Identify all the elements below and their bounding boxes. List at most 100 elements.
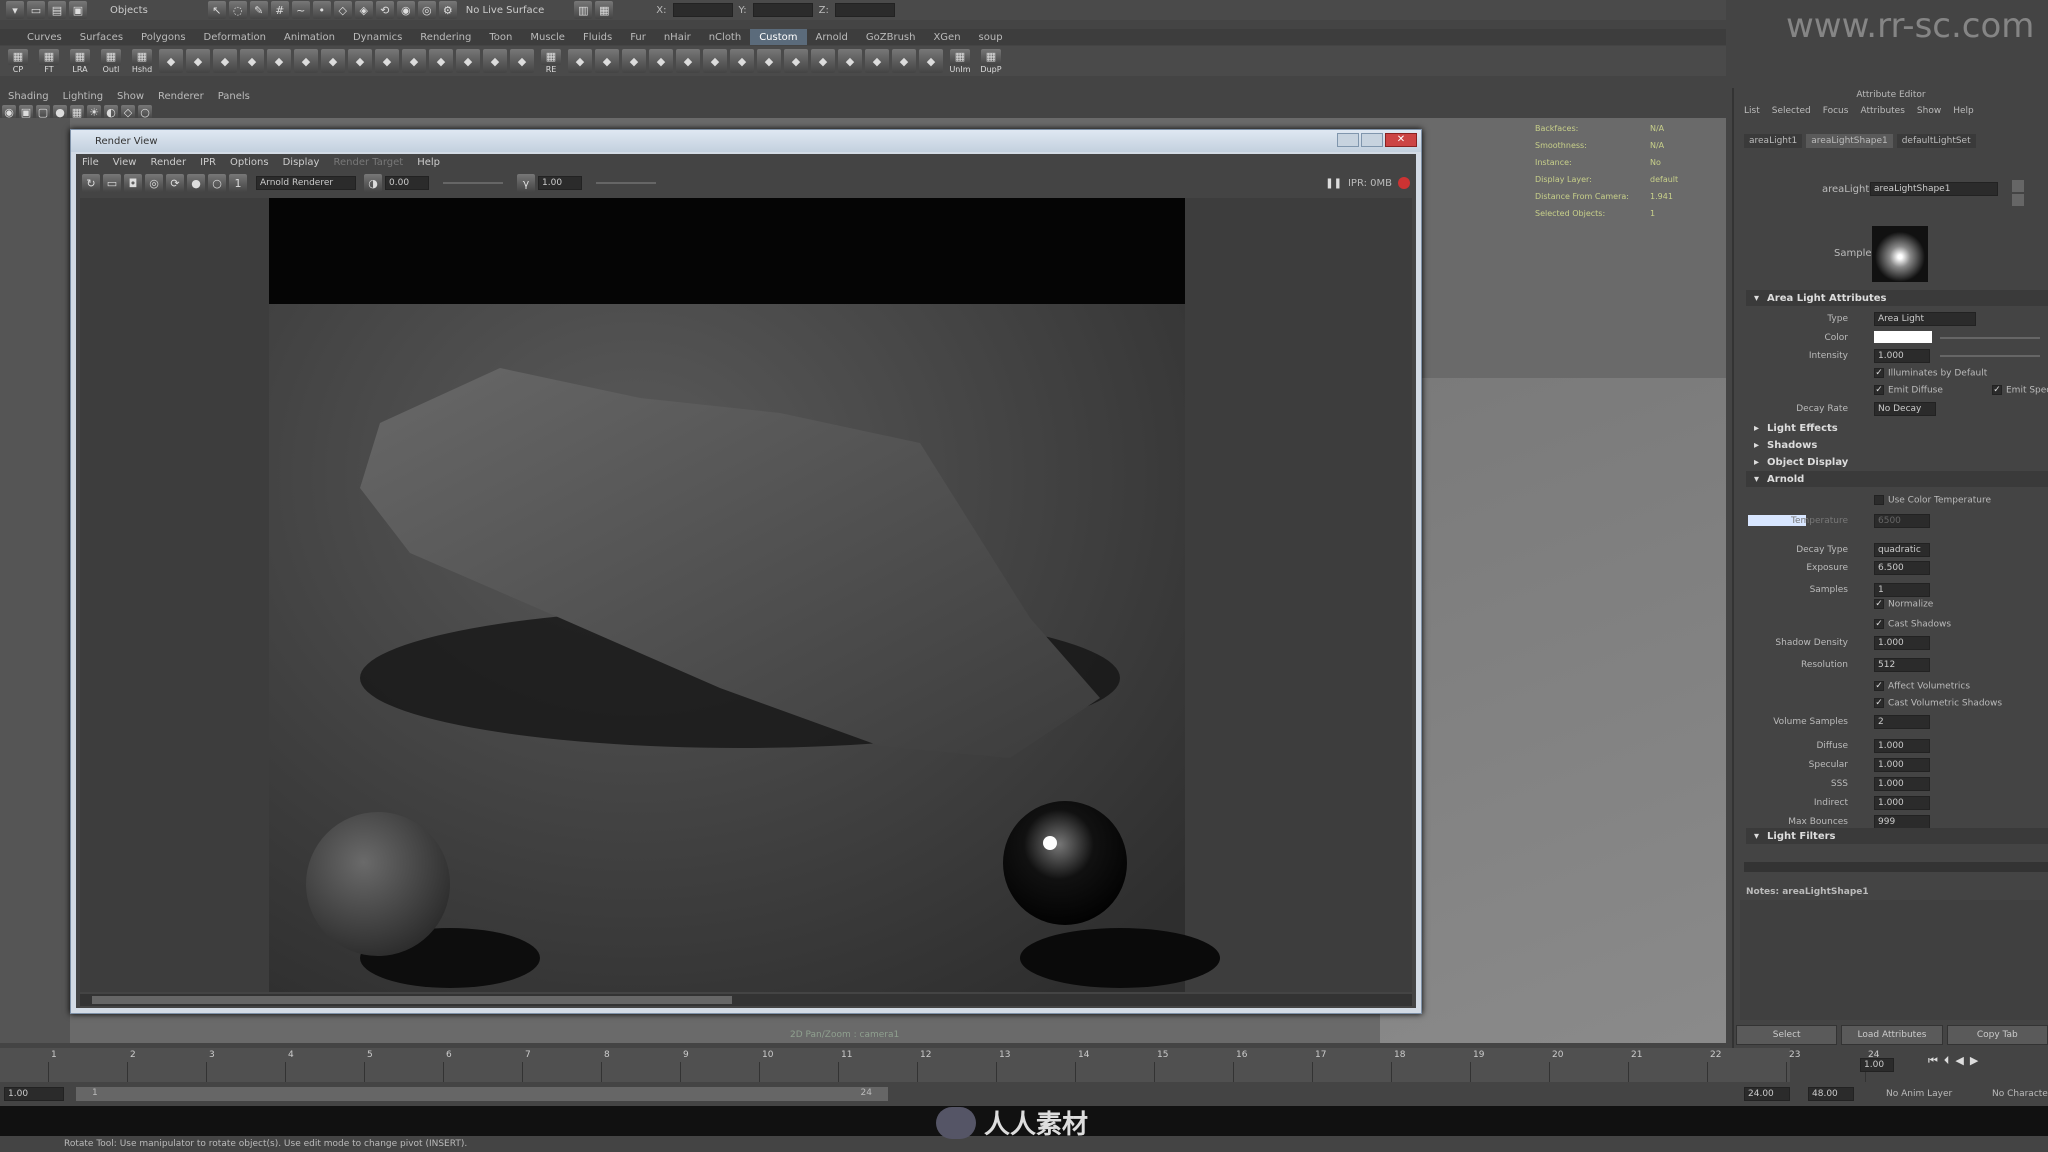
menu-set-icon[interactable]: ▾	[6, 1, 24, 19]
shelf-button-outl[interactable]: ▦ Outl	[97, 48, 125, 74]
shelf-button-lra[interactable]: ▦ LRA	[66, 48, 94, 74]
volume-samples-field[interactable]: 2	[1874, 715, 1930, 729]
shelf-tab-surfaces[interactable]: Surfaces	[71, 29, 132, 45]
render-hscrollbar[interactable]	[80, 994, 1412, 1006]
emit-specular-checkbox[interactable]: ✓ Emit Spec	[1992, 385, 2048, 396]
panel-toggle-icon[interactable]: ▥	[574, 1, 593, 19]
shadows-header[interactable]: ▸ Shadows	[1746, 437, 2048, 453]
gear-icon[interactable]: ◆	[375, 49, 399, 73]
new-scene-icon[interactable]: ▭	[27, 1, 45, 19]
render-menu-help[interactable]: Help	[417, 157, 440, 168]
sphere-icon[interactable]: ◆	[186, 49, 210, 73]
render-menu-render[interactable]: Render	[150, 157, 186, 168]
ae-menu-attributes[interactable]: Attributes	[1860, 106, 1904, 116]
render-view-window[interactable]: Render View ✕ File View Render IPR Options Di…	[70, 129, 1422, 1014]
step-back-icon[interactable]: ⏴	[1944, 1054, 1950, 1068]
node-name-field[interactable]: areaLightShape1	[1870, 182, 1998, 196]
color-swatch[interactable]	[1874, 331, 1932, 343]
paint-select-icon[interactable]: ✎	[249, 1, 268, 19]
play-forward-icon[interactable]: ▶	[1970, 1054, 1978, 1068]
shelf-tab-fur[interactable]: Fur	[621, 29, 655, 45]
torus-icon[interactable]: ◆	[267, 49, 291, 73]
object-display-header[interactable]: ▸ Object Display	[1746, 454, 2048, 470]
normalize-checkbox[interactable]: ✓ Normalize	[1874, 599, 1933, 610]
ae-tab-defaultlightset[interactable]: defaultLightSet	[1896, 134, 1976, 148]
exposure-field[interactable]: 0.00	[385, 176, 429, 190]
contrib-diffuse-field[interactable]: 1.000	[1874, 739, 1930, 753]
save-scene-icon[interactable]: ▣	[69, 1, 87, 19]
ae-hscrollbar[interactable]	[1744, 862, 2048, 872]
emit-diffuse-checkbox[interactable]: ✓ Emit Diffuse	[1874, 385, 1943, 396]
ipr-icon[interactable]: ◎	[145, 174, 163, 192]
gamma-slider[interactable]	[596, 182, 656, 184]
panel-menu-lighting[interactable]: Lighting	[63, 91, 103, 102]
polygon-cube-icon[interactable]: ◆	[159, 49, 183, 73]
render-menu-view[interactable]: View	[113, 157, 137, 168]
arnold-header[interactable]: ▾ Arnold	[1746, 471, 2048, 487]
notes-area[interactable]	[1740, 900, 2048, 1020]
xray-icon[interactable]: ○	[138, 105, 152, 119]
isolate-icon[interactable]: ◇	[121, 105, 135, 119]
shelf-tab-ncloth[interactable]: nCloth	[700, 29, 750, 45]
shelf-tab-custom[interactable]: Custom	[750, 29, 807, 45]
bridge-icon[interactable]: ◆	[595, 49, 619, 73]
ae-menu-show[interactable]: Show	[1917, 106, 1941, 116]
shelf-tab-muscle[interactable]: Muscle	[521, 29, 574, 45]
intensity-field[interactable]: 1.000	[1874, 349, 1930, 363]
illuminates-by-default-checkbox[interactable]: ✓ Illuminates by Default	[1874, 368, 1987, 379]
color-slider[interactable]	[1940, 337, 2040, 339]
triangulate-icon[interactable]: ◆	[838, 49, 862, 73]
area-light-attributes-header[interactable]: ▾ Area Light Attributes	[1746, 290, 2048, 306]
snapshot-icon[interactable]: ◘	[124, 174, 142, 192]
ae-tab-arealightshape1[interactable]: areaLightShape1	[1806, 134, 1893, 148]
smooth-shade-icon[interactable]: ●	[53, 105, 67, 119]
gamma-field[interactable]: 1.00	[538, 176, 582, 190]
lasso-tool-icon[interactable]: ◌	[228, 1, 247, 19]
lock-camera-icon[interactable]: ▣	[19, 105, 33, 119]
snap-view-icon[interactable]: ◇	[333, 1, 352, 19]
ae-menu-focus[interactable]: Focus	[1823, 106, 1849, 116]
snap-grid-icon[interactable]: #	[270, 1, 289, 19]
panel-menu-shading[interactable]: Shading	[8, 91, 49, 102]
snap-surface-icon[interactable]: ◈	[354, 1, 373, 19]
current-frame-field[interactable]: 1.00	[1860, 1058, 1894, 1072]
light-filters-header[interactable]: ▾ Light Filters	[1746, 828, 2048, 844]
refresh-icon[interactable]: ⟳	[166, 174, 184, 192]
shelf-tab-arnold[interactable]: Arnold	[807, 29, 857, 45]
type-dropdown[interactable]: Area Light	[1874, 312, 1976, 326]
plane-icon[interactable]: ◆	[240, 49, 264, 73]
ipr-render-icon[interactable]: ◎	[417, 1, 436, 19]
fill-hole-icon[interactable]: ◆	[892, 49, 916, 73]
shelf-button-ft[interactable]: ▦ FT	[35, 48, 63, 74]
close-button[interactable]: ✕	[1385, 133, 1417, 147]
render-region-icon[interactable]: ▭	[103, 174, 121, 192]
shelf-tab-rendering[interactable]: Rendering	[411, 29, 480, 45]
select-tool-icon[interactable]: ↖	[207, 1, 226, 19]
open-scene-icon[interactable]: ▤	[48, 1, 66, 19]
decay-rate-dropdown[interactable]: No Decay	[1874, 402, 1936, 416]
wireframe-icon[interactable]: ▢	[36, 105, 50, 119]
pyramid-icon[interactable]: ◆	[456, 49, 480, 73]
append-icon[interactable]: ◆	[919, 49, 943, 73]
pipe-icon[interactable]: ◆	[321, 49, 345, 73]
history-icon[interactable]: ⟲	[375, 1, 394, 19]
reduce-icon[interactable]: ◆	[784, 49, 808, 73]
helix-icon[interactable]: ◆	[348, 49, 372, 73]
prism-icon[interactable]: ◆	[483, 49, 507, 73]
maximize-button[interactable]	[1361, 133, 1383, 147]
shelf-tab-xgen[interactable]: XGen	[924, 29, 969, 45]
separate-icon[interactable]: ◆	[730, 49, 754, 73]
start-time-field[interactable]: 1.00	[4, 1087, 64, 1101]
rgb-channel-icon[interactable]: ●	[187, 174, 205, 192]
minimize-button[interactable]	[1337, 133, 1359, 147]
redo-render-icon[interactable]: ↻	[82, 174, 100, 192]
textured-icon[interactable]: ▦	[70, 105, 84, 119]
render-hscroll-thumb[interactable]	[92, 996, 732, 1004]
render-frame-icon[interactable]: ◉	[396, 1, 415, 19]
cast-shadows-checkbox[interactable]: ✓ Cast Shadows	[1874, 619, 1951, 630]
stop-render-icon[interactable]	[1398, 177, 1410, 189]
cast-volumetric-shadows-checkbox[interactable]: ✓ Cast Volumetric Shadows	[1874, 698, 2002, 709]
gamma-icon[interactable]: γ	[517, 174, 535, 192]
soccer-icon[interactable]: ◆	[402, 49, 426, 73]
play-back-icon[interactable]: ◀	[1955, 1054, 1963, 1068]
